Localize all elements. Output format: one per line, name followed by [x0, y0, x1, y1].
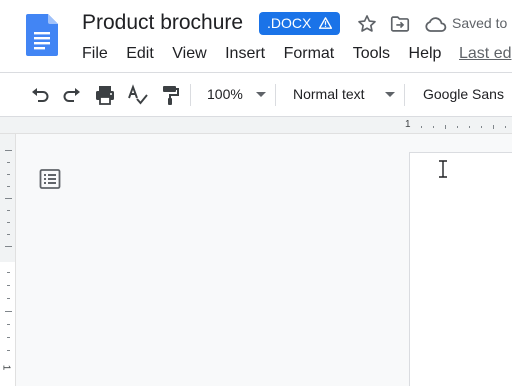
font-select[interactable]: Google Sans	[423, 86, 504, 102]
toolbar-separator	[275, 84, 276, 106]
star-icon[interactable]	[356, 13, 378, 35]
toolbar: 100% Normal text Google Sans	[0, 72, 512, 117]
format-badge-label: .DOCX	[267, 15, 312, 31]
vertical-ruler-number: 1	[0, 364, 12, 371]
menu-help[interactable]: Help	[409, 44, 442, 64]
redo-icon[interactable]	[60, 83, 84, 107]
document-title[interactable]: Product brochure	[82, 10, 243, 36]
zoom-chevron-down-icon[interactable]	[256, 92, 266, 97]
document-page[interactable]	[409, 152, 512, 386]
print-icon[interactable]	[93, 83, 117, 107]
text-cursor-icon	[439, 160, 447, 178]
style-chevron-down-icon[interactable]	[385, 92, 395, 97]
ruler-ticks	[421, 125, 506, 129]
ruler-number: 1	[405, 119, 411, 130]
paragraph-style-select[interactable]: Normal text	[293, 86, 365, 102]
docs-logo-icon[interactable]	[26, 14, 58, 56]
spellcheck-icon[interactable]	[126, 83, 150, 107]
move-to-folder-icon[interactable]	[389, 13, 411, 35]
paint-format-icon[interactable]	[158, 83, 182, 107]
menu-view[interactable]: View	[172, 44, 206, 64]
menu-file[interactable]: File	[82, 44, 108, 64]
toolbar-separator	[404, 84, 405, 106]
menu-tools[interactable]: Tools	[353, 44, 390, 64]
undo-icon[interactable]	[28, 83, 52, 107]
menu-edit[interactable]: Edit	[126, 44, 154, 64]
docx-format-badge[interactable]: .DOCX	[259, 12, 340, 35]
save-status: Saved to D	[452, 15, 512, 31]
menu-bar: File Edit View Insert Format Tools Help	[82, 44, 455, 64]
last-edit-link[interactable]: Last ed	[459, 45, 511, 63]
menu-format[interactable]: Format	[284, 44, 335, 64]
document-outline-icon[interactable]	[38, 168, 62, 190]
toolbar-separator	[190, 84, 191, 106]
menu-insert[interactable]: Insert	[225, 44, 265, 64]
cloud-saved-icon[interactable]	[424, 13, 448, 35]
vertical-ruler-page-area: 1	[0, 262, 16, 386]
warning-icon	[319, 15, 333, 31]
zoom-select[interactable]: 100%	[207, 86, 243, 102]
